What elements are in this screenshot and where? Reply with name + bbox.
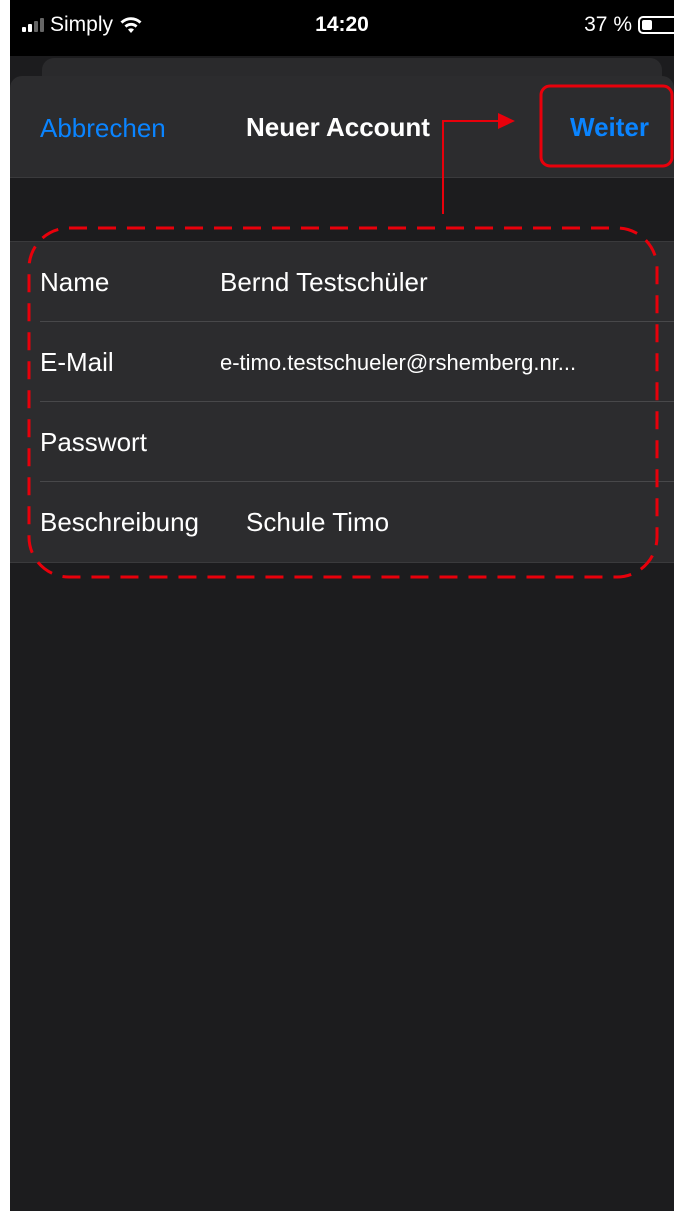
mail-account-screen: Simply 14:20 37 % Abbrechen Neuer Accoun…	[10, 0, 674, 1211]
name-row[interactable]: Name Bernd Testschüler	[10, 242, 674, 322]
description-row[interactable]: Beschreibung Schule Timo	[10, 482, 674, 562]
description-label: Beschreibung	[40, 507, 199, 537]
battery-icon	[638, 16, 674, 34]
battery-info: 37 %	[584, 13, 674, 37]
password-label: Passwort	[40, 427, 147, 457]
cancel-button[interactable]: Abbrechen	[40, 113, 166, 144]
account-form: Name Bernd Testschüler E-Mail e-timo.tes…	[10, 241, 674, 563]
navigation-bar: Abbrechen Neuer Account Weiter	[10, 76, 674, 178]
next-button[interactable]: Weiter	[570, 112, 649, 143]
status-bar: Simply 14:20 37 %	[10, 0, 674, 56]
email-label: E-Mail	[40, 347, 114, 377]
battery-percent: 37 %	[584, 13, 632, 36]
description-field[interactable]: Schule Timo	[246, 507, 646, 538]
email-field[interactable]: e-timo.testschueler@rshemberg.nr...	[220, 350, 650, 376]
status-time: 14:20	[315, 13, 369, 36]
password-row[interactable]: Passwort	[10, 402, 674, 482]
page-title: Neuer Account	[246, 112, 430, 142]
email-row[interactable]: E-Mail e-timo.testschueler@rshemberg.nr.…	[10, 322, 674, 402]
name-field[interactable]: Bernd Testschüler	[220, 267, 650, 298]
name-label: Name	[40, 267, 110, 297]
